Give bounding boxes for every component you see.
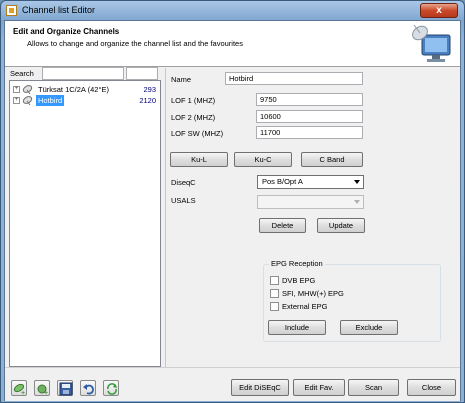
update-button[interactable]: Update (317, 218, 365, 233)
add-satellite-icon[interactable]: + (11, 380, 27, 396)
svg-text:+: + (44, 390, 48, 396)
search-label: Search (10, 69, 34, 78)
header-title: Edit and Organize Channels (13, 27, 120, 36)
channel-tree-panel: Search + Türksat 1C/2A (42°E) 293 + Hotb… (7, 67, 161, 367)
save-icon[interactable] (57, 380, 73, 396)
tree-item-count: 293 (143, 85, 156, 94)
undo-icon[interactable] (80, 380, 96, 396)
external-epg-label: External EPG (282, 302, 328, 311)
edit-fav-button[interactable]: Edit Fav. (293, 379, 345, 396)
lof1-input[interactable]: 9750 (256, 93, 363, 106)
tree-item-label: Hotbird (36, 95, 65, 106)
chevron-down-icon (354, 180, 360, 184)
external-epg-checkbox[interactable] (270, 302, 279, 311)
lofsw-input[interactable]: 11700 (256, 126, 363, 139)
lofsw-label: LOF SW (MHZ) (171, 129, 224, 138)
dvb-epg-label: DVB EPG (282, 276, 316, 285)
header-subtitle: Allows to change and organize the channe… (27, 39, 243, 48)
edit-diseqc-button[interactable]: Edit DiSEqC (231, 379, 289, 396)
window-close-button[interactable]: x (420, 3, 458, 18)
sfi-mhw-epg-label: SFI, MHW(+) EPG (282, 289, 344, 298)
bottom-toolbar: + + Edit DiSEqC Edit Fav. Scan Close (5, 367, 460, 401)
delete-button[interactable]: Delete (259, 218, 306, 233)
exclude-button[interactable]: Exclude (340, 320, 398, 335)
satellite-icon (22, 96, 33, 106)
sfi-mhw-epg-checkbox[interactable] (270, 289, 279, 298)
lof2-input[interactable]: 10600 (256, 110, 363, 123)
name-input[interactable]: Hotbird (225, 72, 363, 85)
epg-reception-group: EPG Reception DVB EPG SFI, MHW(+) EPG Ex… (263, 259, 441, 342)
tree-item-count: 2120 (139, 96, 156, 105)
channel-properties-panel: Name Hotbird LOF 1 (MHZ) 9750 LOF 2 (MHZ… (165, 68, 460, 367)
dvb-epg-checkbox[interactable] (270, 276, 279, 285)
svg-text:+: + (21, 390, 25, 396)
c-band-button[interactable]: C Band (301, 152, 363, 167)
client-area: Edit and Organize Channels Allows to cha… (4, 20, 461, 401)
tree-item-hotbird[interactable]: + Hotbird 2120 (12, 95, 160, 106)
search-input[interactable] (42, 67, 124, 80)
ku-l-button[interactable]: Ku-L (170, 152, 228, 167)
app-icon (6, 5, 17, 16)
epg-group-title: EPG Reception (269, 259, 325, 268)
usals-label: USALS (171, 196, 196, 205)
expand-icon[interactable]: + (13, 86, 20, 93)
channel-tree[interactable]: + Türksat 1C/2A (42°E) 293 + Hotbird 212… (9, 80, 161, 367)
window-title: Channel list Editor (22, 5, 96, 15)
tree-item-label: Türksat 1C/2A (42°E) (38, 85, 109, 94)
lof2-label: LOF 2 (MHZ) (171, 113, 216, 122)
close-button[interactable]: Close (407, 379, 456, 396)
lof1-label: LOF 1 (MHZ) (171, 96, 216, 105)
satellite-tv-icon (410, 23, 454, 65)
include-button[interactable]: Include (268, 320, 326, 335)
search-number-input[interactable] (126, 67, 158, 80)
satellite-icon (22, 85, 33, 95)
expand-icon[interactable]: + (13, 97, 20, 104)
tree-item-turksat[interactable]: + Türksat 1C/2A (42°E) 293 (12, 84, 160, 95)
diseqc-select[interactable]: Pos B/Opt A (257, 175, 364, 189)
title-bar[interactable]: Channel list Editor x (1, 1, 464, 20)
diseqc-label: DiseqC (171, 178, 196, 187)
add-channel-icon[interactable]: + (34, 380, 50, 396)
ku-c-button[interactable]: Ku-C (234, 152, 292, 167)
refresh-icon[interactable] (103, 380, 119, 396)
header-panel: Edit and Organize Channels Allows to cha… (5, 21, 460, 67)
channel-list-editor-window: Channel list Editor x Edit and Organize … (0, 0, 465, 403)
usals-select[interactable] (257, 195, 364, 209)
diseqc-value: Pos B/Opt A (262, 177, 303, 186)
scan-button[interactable]: Scan (348, 379, 399, 396)
name-label: Name (171, 75, 192, 84)
chevron-down-icon (354, 200, 360, 204)
